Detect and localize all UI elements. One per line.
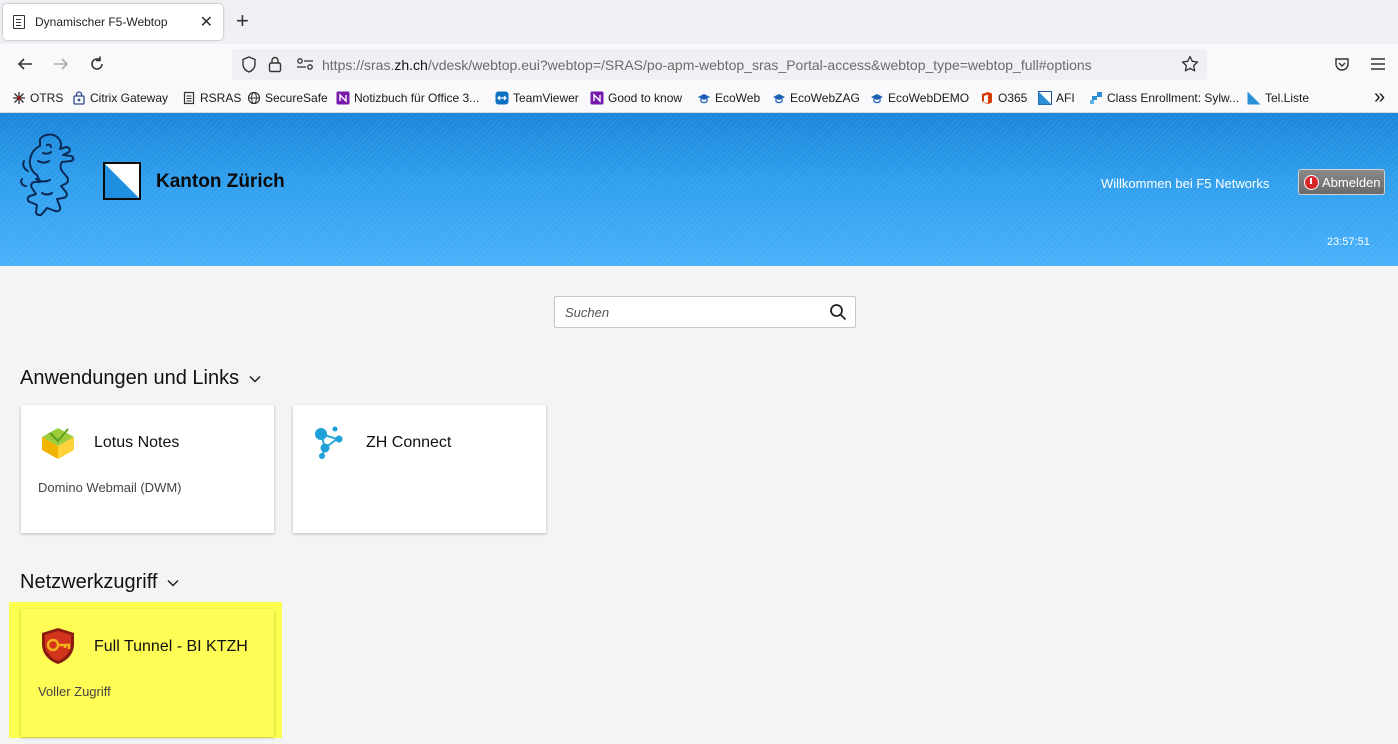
tile-description: Voller Zugriff	[38, 684, 111, 699]
bookmark-label: Good to know	[608, 91, 683, 105]
power-icon	[1304, 174, 1319, 190]
app-tile-lotus-notes[interactable]: Lotus Notes Domino Webmail (DWM)	[21, 405, 274, 533]
bookmark-label: OTRS	[30, 91, 64, 105]
forward-arrow-icon	[54, 58, 69, 70]
bookmark-securesafe[interactable]: SecureSafe	[247, 91, 328, 105]
browser-tab-bar: Dynamischer F5-Webtop ✕ +	[0, 0, 1398, 44]
new-tab-button[interactable]: +	[236, 10, 249, 32]
section-network-title: Netzwerkzugriff	[20, 571, 158, 593]
tile-name: Lotus Notes	[94, 434, 180, 451]
zurich-flag-icon	[103, 162, 141, 200]
otrs-icon	[13, 92, 25, 104]
section-apps-header[interactable]: Anwendungen und Links	[20, 367, 261, 390]
chevron-down-icon	[167, 579, 179, 587]
tab-title: Dynamischer F5-Webtop	[35, 15, 168, 29]
bookmark-label: EcoWebDEMO	[888, 91, 970, 105]
bookmark-label: AFI	[1056, 91, 1075, 105]
lock-icon[interactable]	[268, 55, 282, 73]
bookmark-otrs[interactable]: OTRS	[12, 91, 63, 105]
page-icon	[183, 91, 195, 105]
bookmark-rsras[interactable]: RSRAS	[182, 91, 241, 105]
bookmark-label: SecureSafe	[265, 91, 328, 105]
globe-icon	[247, 91, 261, 105]
org-name: Kanton Zürich	[156, 171, 285, 192]
close-tab-icon[interactable]: ✕	[200, 12, 213, 32]
permissions-icon[interactable]	[296, 58, 314, 70]
search-input[interactable]	[555, 297, 815, 327]
app-tile-zh-connect[interactable]: ZH Connect	[293, 405, 546, 533]
zh-flag-icon	[1247, 91, 1261, 105]
bookmark-label: TeamViewer	[513, 91, 579, 105]
search-box	[554, 296, 856, 328]
bookmark-label: EcoWeb	[715, 91, 761, 105]
browser-tab[interactable]: Dynamischer F5-Webtop ✕	[3, 4, 223, 40]
address-bar[interactable]: https://sras.zh.ch/vdesk/webtop.eui?webt…	[232, 49, 1207, 80]
bookmark-ecowebdemo[interactable]: EcoWebDEMO	[870, 91, 969, 105]
class-icon	[1090, 92, 1102, 104]
bookmark-label: RSRAS	[200, 91, 242, 105]
bookmark-class-enrollment[interactable]: Class Enrollment: Sylw...	[1089, 91, 1239, 105]
forward-button[interactable]	[50, 53, 72, 75]
eco-icon	[698, 94, 710, 104]
bookmark-notizbuch[interactable]: Notizbuch für Office 3...	[336, 91, 479, 105]
bookmark-label: EcoWebZAG	[790, 91, 860, 105]
lotus-notes-icon	[42, 428, 74, 459]
logout-label: Abmelden	[1322, 174, 1381, 190]
tracking-shield-icon[interactable]	[241, 56, 257, 73]
reload-icon	[91, 56, 103, 70]
menu-button[interactable]	[1367, 53, 1389, 75]
back-button[interactable]	[14, 53, 36, 75]
bookmark-o365[interactable]: O365	[980, 91, 1027, 105]
tile-name: ZH Connect	[366, 434, 452, 451]
url-text[interactable]: https://sras.zh.ch/vdesk/webtop.eui?webt…	[322, 57, 1092, 73]
logout-button[interactable]: Abmelden	[1298, 169, 1385, 195]
office-icon	[982, 92, 992, 104]
bookmark-citrix-gateway[interactable]: Citrix Gateway	[72, 91, 168, 105]
reload-button[interactable]	[86, 53, 108, 75]
url-path: /vdesk/webtop.eui?webtop=/SRAS/po-apm-we…	[427, 57, 1092, 73]
vpn-shield-icon	[42, 628, 74, 664]
bookmark-tel-liste[interactable]: Tel.Liste	[1247, 91, 1309, 105]
citrix-icon	[73, 91, 85, 105]
zurich-lion-logo-icon	[20, 133, 75, 217]
tile-name: Full Tunnel - BI KTZH	[94, 638, 248, 655]
bookmark-good-to-know[interactable]: Good to know	[590, 91, 682, 105]
bookmarks-toolbar: OTRS Citrix Gateway RSRAS SecureSafe Not…	[0, 84, 1398, 113]
url-domain: zh.ch	[394, 57, 428, 73]
portal-header: Kanton Zürich Willkommen bei F5 Networks…	[0, 113, 1398, 266]
welcome-text: Willkommen bei F5 Networks	[1101, 176, 1270, 191]
search-icon[interactable]	[829, 303, 847, 321]
onenote-icon	[336, 91, 350, 105]
bookmark-star-icon[interactable]	[1181, 55, 1199, 73]
bookmark-teamviewer[interactable]: TeamViewer	[495, 91, 579, 105]
section-apps-title: Anwendungen und Links	[20, 367, 240, 389]
bookmark-ecowebzag[interactable]: EcoWebZAG	[772, 91, 860, 105]
bookmark-label: Citrix Gateway	[90, 91, 169, 105]
network-tile-full-tunnel[interactable]: Full Tunnel - BI KTZH Voller Zugriff	[21, 609, 274, 737]
bookmark-label: Notizbuch für Office 3...	[354, 91, 480, 105]
session-clock: 23:57:51	[1327, 236, 1370, 248]
browser-nav-bar: https://sras.zh.ch/vdesk/webtop.eui?webt…	[0, 44, 1398, 84]
teamviewer-icon	[495, 91, 509, 105]
pocket-button[interactable]	[1331, 53, 1353, 75]
bookmark-label: O365	[998, 91, 1028, 105]
hamburger-menu-icon	[1371, 58, 1385, 70]
pocket-icon	[1335, 58, 1349, 71]
eco-icon	[773, 94, 785, 104]
zh-connect-icon	[315, 426, 343, 459]
zh-flag-icon	[1038, 91, 1052, 105]
url-prefix: https://sras.	[322, 57, 395, 73]
bookmark-label: Tel.Liste	[1265, 91, 1310, 105]
onenote-icon	[590, 91, 604, 105]
page-icon	[13, 15, 25, 29]
bookmark-afi[interactable]: AFI	[1038, 91, 1075, 105]
eco-icon	[871, 94, 883, 104]
back-arrow-icon	[17, 58, 32, 70]
chevron-down-icon	[249, 375, 261, 383]
bookmark-label: Class Enrollment: Sylw...	[1107, 91, 1240, 105]
bookmark-ecoweb[interactable]: EcoWeb	[697, 91, 760, 105]
section-network-header[interactable]: Netzwerkzugriff	[20, 571, 179, 594]
tile-description: Domino Webmail (DWM)	[38, 480, 182, 495]
bookmarks-overflow-button[interactable]: »	[1374, 86, 1385, 109]
